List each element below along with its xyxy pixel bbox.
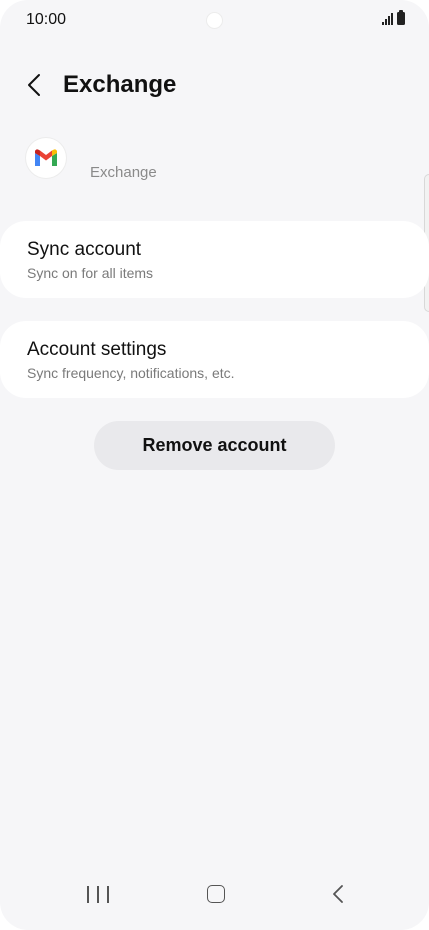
account-type-label: Exchange <box>90 164 157 181</box>
app-header: Exchange <box>0 60 429 110</box>
page-title: Exchange <box>63 71 177 98</box>
screen: 10:00 Exchange Exchange Sync account Syn… <box>0 0 429 930</box>
status-time: 10:00 <box>26 11 67 28</box>
account-settings-item[interactable]: Account settings Sync frequency, notific… <box>0 321 429 398</box>
status-icons <box>382 10 405 25</box>
account-info: Exchange <box>26 138 326 188</box>
gmail-icon <box>35 149 57 166</box>
battery-icon <box>397 10 405 25</box>
back-icon[interactable] <box>328 882 348 906</box>
sync-account-subtitle: Sync on for all items <box>27 265 154 281</box>
camera-cutout <box>206 12 223 29</box>
gmail-logo <box>26 138 66 178</box>
remove-account-button[interactable]: Remove account <box>94 421 335 470</box>
account-settings-title: Account settings <box>27 339 167 360</box>
chevron-left-icon[interactable] <box>22 72 48 98</box>
navigation-bar <box>0 870 429 930</box>
home-icon[interactable] <box>207 885 225 903</box>
sync-account-title: Sync account <box>27 239 142 260</box>
sync-account-item[interactable]: Sync account Sync on for all items <box>0 221 429 298</box>
status-bar: 10:00 <box>0 0 429 40</box>
account-settings-subtitle: Sync frequency, notifications, etc. <box>27 365 235 381</box>
signal-icon <box>382 13 393 25</box>
recents-icon[interactable] <box>87 884 109 906</box>
